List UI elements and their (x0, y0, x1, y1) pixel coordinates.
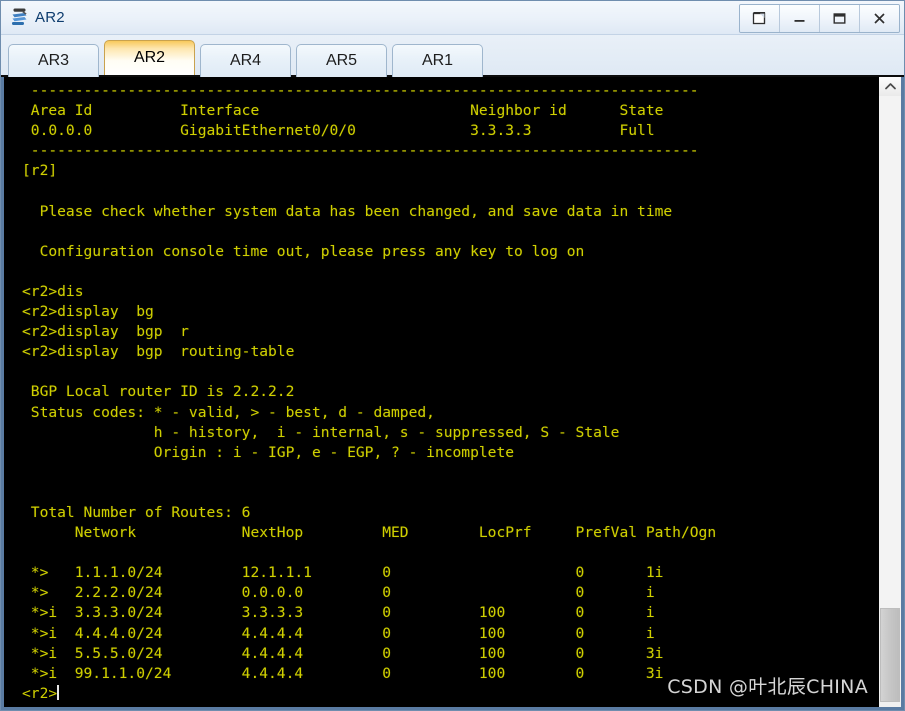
console-output[interactable]: ----------------------------------------… (4, 77, 878, 707)
title-bar: AR2 (1, 1, 904, 35)
minimize-icon (794, 20, 805, 22)
console-text: ----------------------------------------… (22, 82, 717, 682)
scroll-track[interactable] (879, 96, 901, 702)
tab-ar1[interactable]: AR1 (392, 44, 483, 77)
router-device-icon (10, 7, 31, 28)
tab-label: AR1 (421, 52, 454, 69)
scroll-up-arrow-icon[interactable] (879, 77, 901, 96)
terminal-area: ----------------------------------------… (1, 77, 904, 710)
tab-label: AR4 (229, 52, 262, 69)
tab-label: AR5 (325, 52, 358, 69)
tab-ar5[interactable]: AR5 (296, 44, 387, 77)
close-icon (874, 13, 885, 24)
caption-button-group (739, 4, 900, 33)
close-window-button[interactable] (860, 5, 899, 32)
scroll-thumb[interactable] (880, 608, 900, 702)
vertical-scrollbar[interactable] (878, 77, 901, 707)
device-tab-strip: AR3 AR2 AR4 AR5 AR1 (1, 35, 904, 77)
tab-ar4[interactable]: AR4 (200, 44, 291, 77)
tab-ar2[interactable]: AR2 (104, 40, 195, 75)
emulator-window: AR2 AR3 AR2 AR4 AR5 AR1 ----------------… (0, 0, 905, 711)
tab-label: AR3 (37, 52, 70, 69)
tab-label: AR2 (133, 49, 166, 66)
tab-ar3[interactable]: AR3 (8, 44, 99, 77)
maximize-icon (833, 13, 846, 24)
maximize-window-button[interactable] (820, 5, 860, 32)
restore-icon (752, 11, 766, 25)
window-title: AR2 (35, 9, 65, 26)
restore-window-button[interactable] (740, 5, 780, 32)
console-prompt: <r2> (22, 684, 58, 702)
text-cursor (57, 684, 60, 700)
minimize-window-button[interactable] (780, 5, 820, 32)
